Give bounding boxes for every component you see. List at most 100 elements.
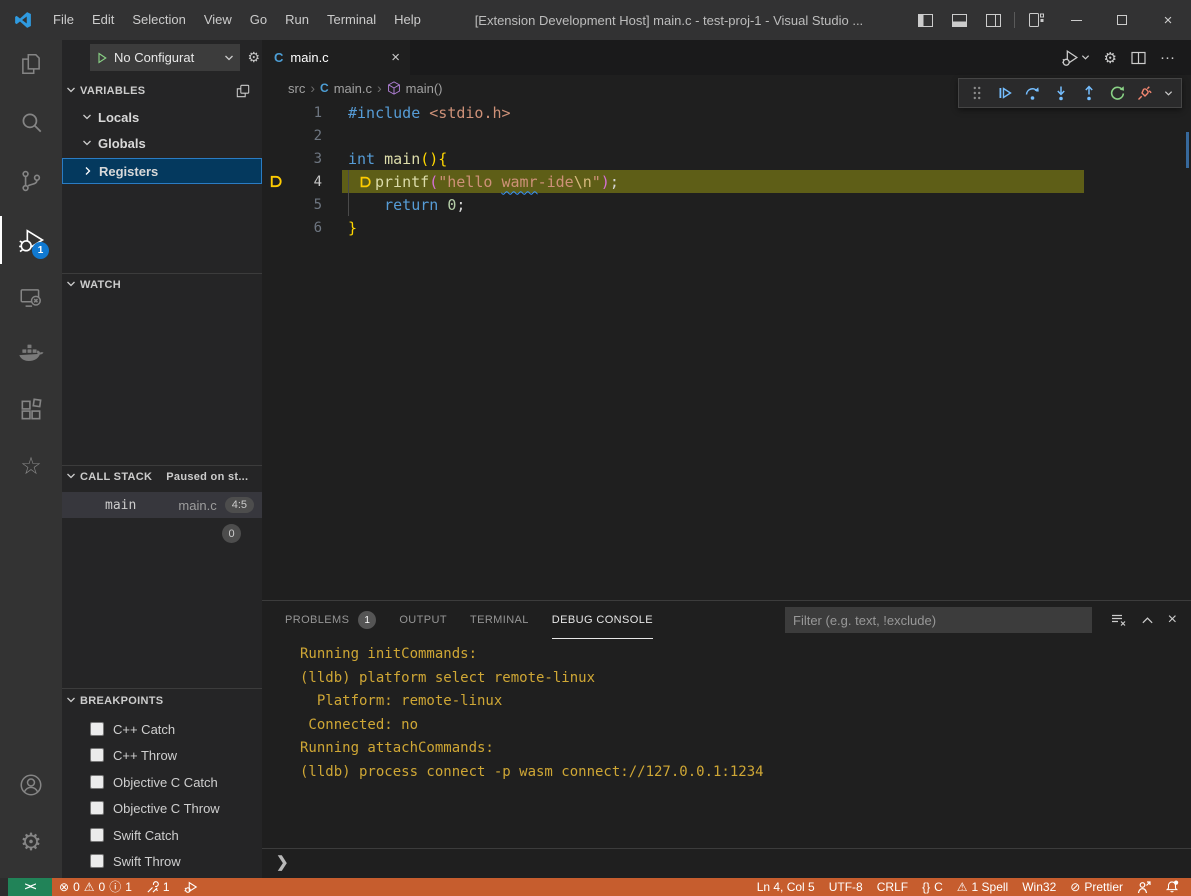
menu-run[interactable]: Run: [276, 0, 318, 40]
tools-status[interactable]: 1: [139, 878, 177, 896]
breakpoint-row[interactable]: C++ Throw: [62, 742, 262, 768]
chevron-down-icon[interactable]: [1081, 53, 1090, 62]
platform-status[interactable]: Win32: [1015, 878, 1063, 896]
restart-icon[interactable]: [1108, 83, 1127, 103]
breakpoints-section-header[interactable]: BREAKPOINTS: [62, 690, 262, 712]
debug-config-dropdown[interactable]: No Configurat: [90, 44, 240, 71]
language-mode[interactable]: {} C: [915, 878, 950, 896]
settings-gear-icon[interactable]: ⚙: [0, 819, 62, 867]
maximize-panel-icon[interactable]: [1141, 614, 1154, 626]
maximize-button[interactable]: [1099, 0, 1145, 40]
customize-layout-icon[interactable]: [1019, 0, 1053, 40]
variables-scope-registers[interactable]: Registers: [62, 158, 262, 184]
tab-terminal[interactable]: TERMINAL: [470, 601, 529, 639]
menu-edit[interactable]: Edit: [83, 0, 123, 40]
formatter-status[interactable]: ⊘ Prettier: [1063, 878, 1130, 896]
eol-sequence[interactable]: CRLF: [870, 878, 915, 896]
variables-title: VARIABLES: [80, 85, 145, 97]
copy-value-icon[interactable]: [236, 84, 250, 98]
minimize-button[interactable]: [1053, 0, 1099, 40]
menu-selection[interactable]: Selection: [123, 0, 194, 40]
call-stack-section-header[interactable]: CALL STACK Paused on st...: [62, 466, 262, 488]
step-into-icon[interactable]: [1051, 83, 1070, 103]
account-icon[interactable]: [0, 761, 62, 809]
tab-output[interactable]: OUTPUT: [399, 601, 447, 639]
stack-frame-row[interactable]: main main.c 4:5: [62, 492, 262, 518]
star-extension-icon[interactable]: ☆: [0, 443, 62, 491]
breakpoint-row[interactable]: Swift Catch: [62, 822, 262, 848]
checkbox[interactable]: [90, 722, 104, 736]
more-actions-icon[interactable]: ···: [1160, 49, 1175, 66]
menu-view[interactable]: View: [195, 0, 241, 40]
menu-file[interactable]: File: [44, 0, 83, 40]
menu-terminal[interactable]: Terminal: [318, 0, 385, 40]
checkbox[interactable]: [90, 801, 104, 815]
variables-section-header[interactable]: VARIABLES: [62, 80, 262, 102]
remote-indicator[interactable]: ><: [8, 878, 52, 896]
close-button[interactable]: ×: [1145, 0, 1191, 40]
variables-scope-globals[interactable]: Globals: [62, 130, 262, 156]
clear-console-icon[interactable]: [1110, 612, 1127, 628]
breadcrumb-folder[interactable]: src: [288, 81, 305, 96]
close-tab-icon[interactable]: ×: [391, 49, 400, 66]
repl-prompt-chevron[interactable]: ❯: [276, 853, 289, 871]
breakpoint-row[interactable]: C++ Catch: [62, 716, 262, 742]
tab-debug-console[interactable]: DEBUG CONSOLE: [552, 601, 653, 639]
spell-checker-status[interactable]: ⚠ 1 Spell: [950, 878, 1015, 896]
slash-circle-icon: ⊘: [1070, 881, 1080, 893]
checkbox[interactable]: [90, 828, 104, 842]
current-frame-arrow-icon[interactable]: [262, 174, 288, 189]
variables-scope-locals[interactable]: Locals: [62, 104, 262, 130]
debug-toolbar: [958, 78, 1182, 108]
debug-sidebar: No Configurat ⚙ VARIABLES Locals Globals…: [62, 40, 262, 878]
breakpoint-label: C++ Catch: [113, 722, 175, 737]
gear-icon[interactable]: ⚙: [1104, 49, 1117, 67]
docker-icon[interactable]: [0, 330, 62, 378]
chevron-right-icon: [83, 164, 93, 179]
activity-bar: 1 ☆ ⚙: [0, 40, 62, 878]
toggle-panel-icon[interactable]: [942, 0, 976, 40]
remote-explorer-icon[interactable]: [0, 274, 62, 322]
breadcrumb-file[interactable]: main.c: [334, 81, 372, 96]
watch-section-header[interactable]: WATCH: [62, 274, 262, 296]
status-bar: >< ⊗0 ⚠0 ⓘ1 1 Ln 4, Col 5 UTF-8 CRLF {} …: [0, 878, 1191, 896]
tab-problems[interactable]: PROBLEMS 1: [285, 601, 376, 639]
filter-input[interactable]: [785, 607, 1092, 633]
continue-icon[interactable]: [995, 83, 1014, 103]
menu-help[interactable]: Help: [385, 0, 430, 40]
debug-status-icon[interactable]: [177, 878, 205, 896]
breadcrumb-symbol[interactable]: main(): [406, 81, 443, 96]
split-editor-icon[interactable]: [1131, 51, 1146, 65]
tab-main-c[interactable]: C main.c ×: [262, 40, 410, 75]
toggle-secondary-sidebar-icon[interactable]: [976, 0, 1010, 40]
checkbox[interactable]: [90, 775, 104, 789]
explorer-icon[interactable]: [0, 40, 62, 88]
feedback-person-icon[interactable]: [1130, 878, 1158, 896]
search-icon[interactable]: [0, 99, 62, 147]
menu-go[interactable]: Go: [241, 0, 276, 40]
step-over-icon[interactable]: [1023, 83, 1042, 103]
source-control-icon[interactable]: [0, 157, 62, 205]
code-line: 2: [262, 124, 1191, 147]
checkbox[interactable]: [90, 854, 104, 868]
chevron-down-icon[interactable]: [1164, 89, 1173, 98]
disconnect-icon[interactable]: [1136, 83, 1155, 103]
run-or-debug-button[interactable]: [1062, 49, 1090, 66]
debug-settings-gear-icon[interactable]: ⚙: [247, 49, 260, 66]
checkbox[interactable]: [90, 748, 104, 762]
step-out-icon[interactable]: [1080, 83, 1099, 103]
breakpoint-row[interactable]: Objective C Throw: [62, 795, 262, 821]
breakpoint-row[interactable]: Objective C Catch: [62, 769, 262, 795]
close-panel-icon[interactable]: ×: [1168, 611, 1177, 629]
start-debug-icon[interactable]: [96, 52, 108, 64]
breakpoint-row[interactable]: Swift Throw: [62, 848, 262, 874]
notifications-bell-icon[interactable]: [1158, 878, 1191, 896]
problems-status[interactable]: ⊗0 ⚠0 ⓘ1: [52, 878, 139, 896]
run-and-debug-icon[interactable]: 1: [0, 216, 62, 264]
toolbar-drag-grip[interactable]: [967, 83, 986, 103]
toggle-sidebar-icon[interactable]: [908, 0, 942, 40]
encoding[interactable]: UTF-8: [822, 878, 870, 896]
extensions-icon[interactable]: [0, 386, 62, 434]
cursor-position[interactable]: Ln 4, Col 5: [750, 878, 822, 896]
tab-label: OUTPUT: [399, 614, 447, 626]
